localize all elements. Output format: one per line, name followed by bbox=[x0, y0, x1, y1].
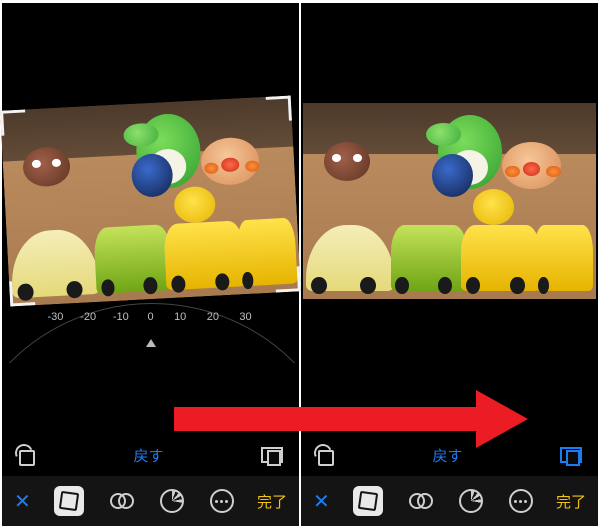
crop-handle-tl[interactable] bbox=[0, 109, 26, 135]
dial-tick: -10 bbox=[113, 311, 129, 323]
reset-button[interactable]: 戻す bbox=[432, 445, 462, 466]
cancel-button[interactable]: ✕ bbox=[14, 489, 31, 514]
filters-icon[interactable] bbox=[110, 489, 134, 513]
crop-stage[interactable] bbox=[2, 103, 299, 299]
aspect-ratio-icon[interactable] bbox=[261, 447, 285, 463]
cancel-button[interactable]: ✕ bbox=[313, 489, 330, 514]
rotate-ccw-icon[interactable] bbox=[315, 445, 335, 465]
dial-tick: 10 bbox=[174, 311, 186, 323]
dial-tick: 30 bbox=[239, 311, 251, 323]
crop-midbar: 戻す bbox=[2, 439, 299, 471]
done-button[interactable]: 完了 bbox=[257, 491, 287, 512]
filters-icon[interactable] bbox=[409, 489, 433, 513]
bottom-toolbar: ✕ 完了 bbox=[301, 476, 598, 526]
dial-tick: -30 bbox=[48, 311, 64, 323]
crop-handle-br[interactable] bbox=[275, 266, 301, 292]
dial-tick: 0 bbox=[147, 311, 153, 323]
crop-midbar: 戻す bbox=[301, 439, 598, 471]
photo-preview[interactable] bbox=[303, 103, 596, 299]
more-icon[interactable] bbox=[509, 489, 533, 513]
editor-screen-before: -30 -20 -10 0 10 20 30 戻す ✕ 完了 bbox=[2, 3, 299, 526]
done-button[interactable]: 完了 bbox=[556, 491, 586, 512]
rotate-ccw-icon[interactable] bbox=[16, 445, 36, 465]
light-adjust-icon[interactable] bbox=[459, 489, 483, 513]
crop-icon[interactable] bbox=[54, 486, 84, 516]
more-icon[interactable] bbox=[210, 489, 234, 513]
crop-stage[interactable] bbox=[301, 103, 598, 299]
aspect-ratio-icon[interactable] bbox=[560, 447, 584, 463]
crop-handle-tr[interactable] bbox=[266, 96, 292, 122]
crop-icon[interactable] bbox=[353, 486, 383, 516]
editor-screen-after: 戻す ✕ 完了 bbox=[301, 3, 598, 526]
reset-button[interactable]: 戻す bbox=[133, 445, 163, 466]
dial-tick: -20 bbox=[80, 311, 96, 323]
dial-pointer-icon bbox=[146, 339, 156, 347]
light-adjust-icon[interactable] bbox=[160, 489, 184, 513]
bottom-toolbar: ✕ 完了 bbox=[2, 476, 299, 526]
straighten-dial[interactable]: -30 -20 -10 0 10 20 30 bbox=[2, 303, 299, 363]
photo-preview[interactable] bbox=[0, 96, 301, 307]
dial-tick: 20 bbox=[207, 311, 219, 323]
